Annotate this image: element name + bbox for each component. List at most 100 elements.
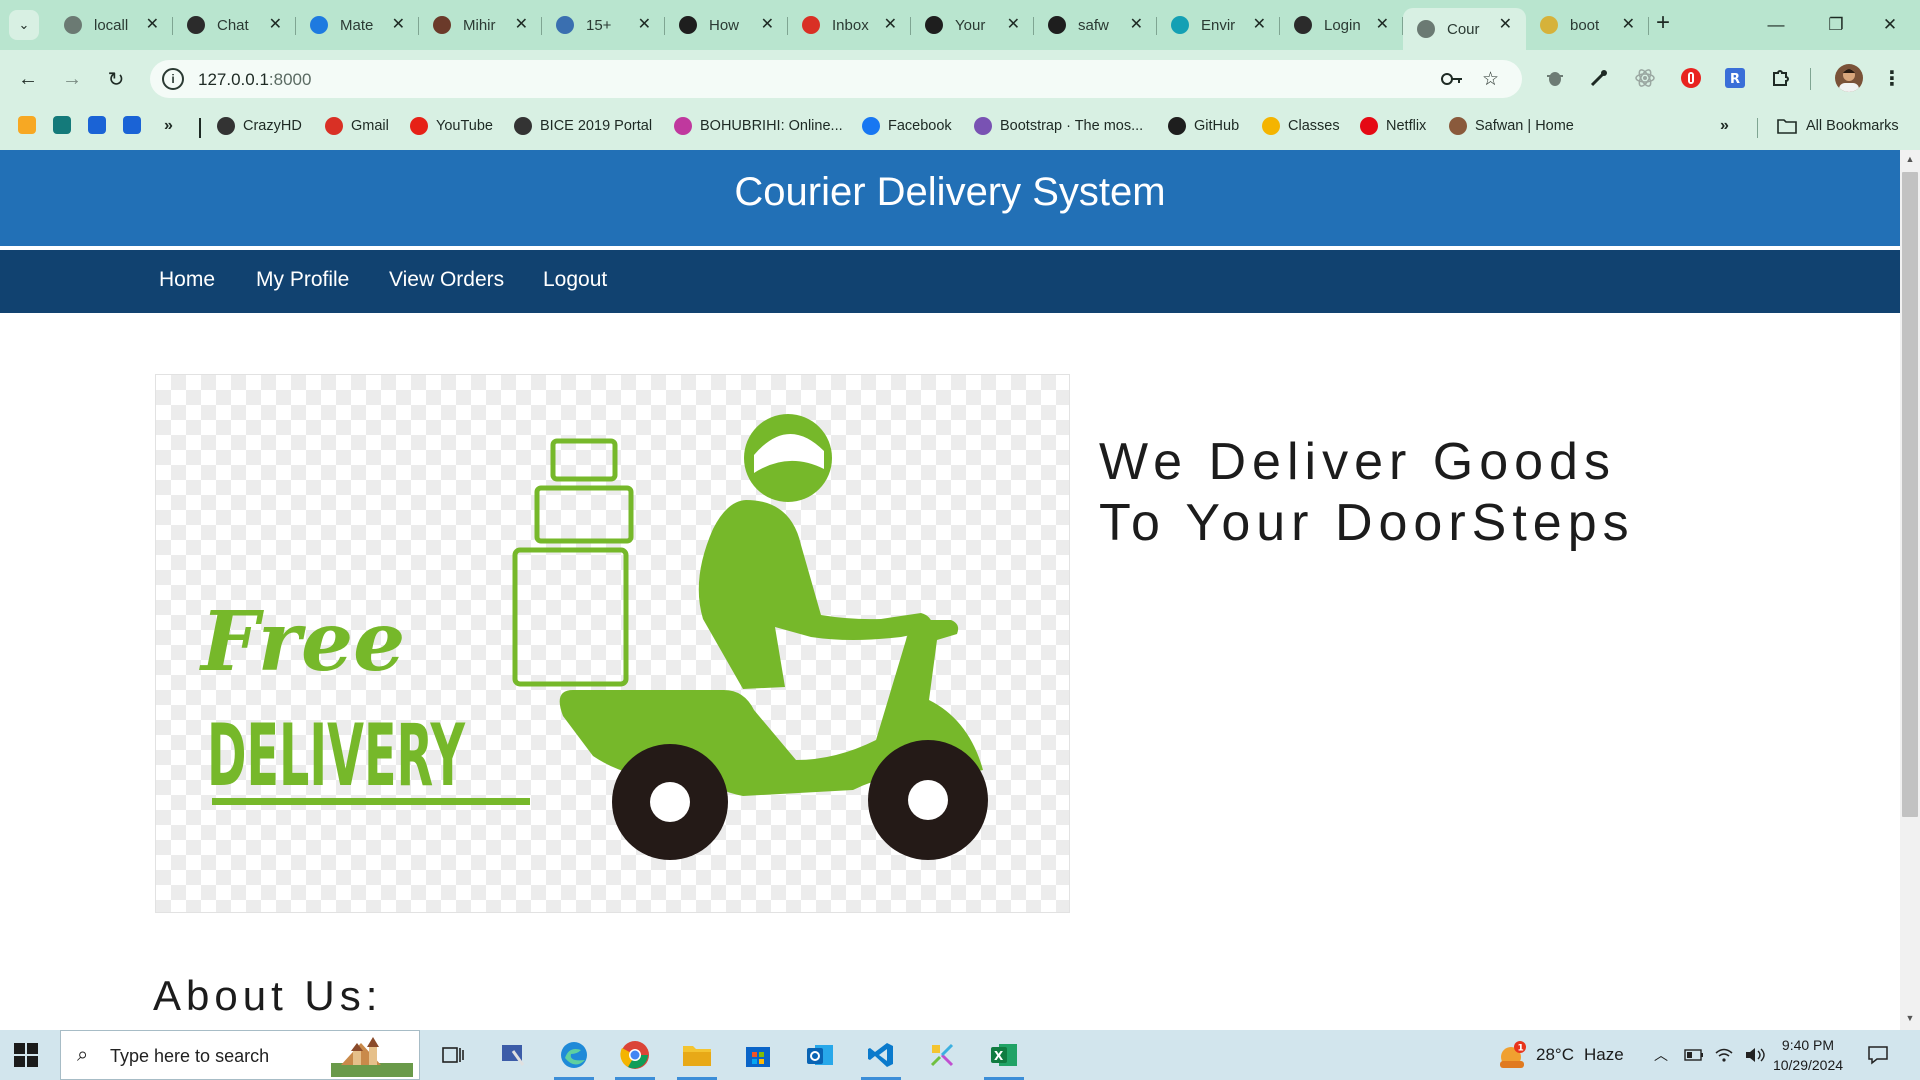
adblock-extension-icon[interactable] xyxy=(1679,66,1703,90)
browser-tab[interactable]: Mate ✕ xyxy=(296,8,419,42)
bug-extension-icon[interactable] xyxy=(1543,66,1567,90)
scroll-down-arrow-icon[interactable]: ▼ xyxy=(1902,1013,1918,1027)
tab-close-icon[interactable]: ✕ xyxy=(392,14,405,34)
r-extension-icon[interactable]: R xyxy=(1723,66,1747,90)
bookmark-app-icon[interactable] xyxy=(53,116,71,134)
browser-tab[interactable]: How ✕ xyxy=(665,8,788,42)
tray-overflow-chevron-icon[interactable]: ︿ xyxy=(1654,1030,1668,1080)
bookmark-item[interactable]: Safwan | Home xyxy=(1449,115,1574,137)
folder-icon xyxy=(1777,119,1797,134)
browser-tab[interactable]: locall ✕ xyxy=(50,8,173,42)
bookmark-item[interactable]: CrazyHD xyxy=(217,115,302,137)
tab-close-icon[interactable]: ✕ xyxy=(1007,14,1020,34)
extensions-puzzle-icon[interactable] xyxy=(1769,66,1793,90)
close-window-button[interactable]: ✕ xyxy=(1860,0,1920,50)
notifications-icon[interactable] xyxy=(1867,1030,1889,1080)
browser-tab[interactable]: boot ✕ xyxy=(1526,8,1649,42)
password-key-icon[interactable] xyxy=(1440,71,1464,87)
site-info-icon[interactable]: i xyxy=(162,68,184,90)
nav-logout-link[interactable]: Logout xyxy=(543,268,607,292)
battery-icon[interactable] xyxy=(1684,1030,1704,1080)
reload-button[interactable]: ↻ xyxy=(100,63,132,95)
chrome-taskbar-icon[interactable] xyxy=(609,1035,661,1080)
bookmark-star-icon[interactable]: ☆ xyxy=(1482,68,1499,91)
bookmark-item[interactable]: Netflix xyxy=(1360,115,1426,137)
new-tab-button[interactable]: + xyxy=(1650,8,1676,38)
volume-icon[interactable] xyxy=(1744,1030,1766,1080)
snip-sketch-taskbar-icon[interactable] xyxy=(916,1035,968,1075)
restore-button[interactable]: ❐ xyxy=(1806,0,1866,50)
minimize-button[interactable]: — xyxy=(1746,0,1806,50)
browser-tab[interactable]: safw ✕ xyxy=(1034,8,1157,42)
bookmark-item[interactable]: BOHUBRIHI: Online... xyxy=(674,115,843,137)
globe-icon xyxy=(64,16,82,34)
bookmark-item[interactable]: YouTube xyxy=(410,115,493,137)
bookmark-app-icon[interactable] xyxy=(123,116,141,134)
bookmark-item[interactable]: BICE 2019 Portal xyxy=(514,115,652,137)
outlook-taskbar-icon[interactable] xyxy=(794,1035,846,1075)
bookmark-app-icon[interactable] xyxy=(88,116,106,134)
bookmark-item[interactable]: Bootstrap · The mos... xyxy=(974,115,1143,137)
browser-tab[interactable]: Your ✕ xyxy=(911,8,1034,42)
taskbar-search-box[interactable]: ⌕ Type here to search xyxy=(60,1030,420,1080)
file-explorer-taskbar-icon[interactable] xyxy=(671,1035,723,1080)
tab-close-icon[interactable]: ✕ xyxy=(638,14,651,34)
wifi-icon[interactable] xyxy=(1714,1030,1734,1080)
bookmark-item[interactable]: Classes xyxy=(1262,115,1340,137)
bottle-icon xyxy=(674,117,692,135)
forward-button[interactable]: → xyxy=(56,63,88,95)
box-top xyxy=(550,438,618,482)
tab-close-icon[interactable]: ✕ xyxy=(515,14,528,34)
back-button[interactable]: ← xyxy=(12,63,44,95)
tab-close-icon[interactable]: ✕ xyxy=(1622,14,1635,34)
tab-close-icon[interactable]: ✕ xyxy=(1130,14,1143,34)
bookmark-item[interactable]: GitHub xyxy=(1168,115,1239,137)
tab-close-icon[interactable]: ✕ xyxy=(1253,14,1266,34)
weather-sun-icon: 1 xyxy=(1500,1041,1526,1068)
bookmark-item[interactable]: Facebook xyxy=(862,115,952,137)
bookmark-label: BICE 2019 Portal xyxy=(540,118,653,134)
browser-menu-icon[interactable]: ⋮ xyxy=(1880,66,1904,90)
scroll-up-arrow-icon[interactable]: ▲ xyxy=(1902,154,1918,168)
vscode-taskbar-icon[interactable] xyxy=(855,1035,907,1080)
scrollbar-thumb[interactable] xyxy=(1902,172,1918,817)
nav-home-link[interactable]: Home xyxy=(159,268,215,292)
browser-tab[interactable]: Mihir ✕ xyxy=(419,8,542,42)
weather-widget[interactable]: 1 28°C Haze xyxy=(1498,1030,1624,1080)
clock-time: 9:40 PM xyxy=(1781,1037,1835,1053)
microsoft-store-taskbar-icon[interactable] xyxy=(732,1035,784,1075)
nav-view-orders-link[interactable]: View Orders xyxy=(389,268,504,292)
taskbar-clock[interactable]: 9:40 PM 10/29/2024 xyxy=(1770,1035,1846,1075)
tab-close-icon[interactable]: ✕ xyxy=(146,14,159,34)
tab-close-icon[interactable]: ✕ xyxy=(1376,14,1389,34)
tab-close-icon[interactable]: ✕ xyxy=(269,14,282,34)
all-bookmarks-button[interactable]: All Bookmarks xyxy=(1777,115,1899,137)
browser-tab[interactable]: Envir ✕ xyxy=(1157,8,1280,42)
tab-search-dropdown-button[interactable]: ⌄ xyxy=(9,10,39,40)
task-view-icon[interactable] xyxy=(427,1035,479,1075)
bookmarks-overflow-right-icon[interactable]: » xyxy=(1720,115,1729,137)
browser-tab[interactable]: Inbox ✕ xyxy=(788,8,911,42)
tab-close-icon[interactable]: ✕ xyxy=(884,14,897,34)
tab-title: safw xyxy=(1078,16,1109,34)
windows-start-icon[interactable] xyxy=(14,1043,38,1067)
bookmark-item[interactable]: Gmail xyxy=(325,115,389,137)
nav-my-profile-link[interactable]: My Profile xyxy=(256,268,349,292)
profile-avatar[interactable] xyxy=(1835,64,1863,92)
browser-tab[interactable]: Login ✕ xyxy=(1280,8,1403,42)
tab-close-icon[interactable]: ✕ xyxy=(761,14,774,34)
snipping-tool-taskbar-icon[interactable] xyxy=(487,1035,539,1075)
bookmarks-overflow-left-icon[interactable]: » xyxy=(164,115,173,137)
excel-taskbar-icon[interactable]: X xyxy=(978,1035,1030,1080)
browser-tab[interactable]: 15+ ✕ xyxy=(542,8,665,42)
edge-taskbar-icon[interactable] xyxy=(548,1035,600,1080)
bookmark-app-icon[interactable] xyxy=(18,116,36,134)
url-text[interactable]: 127.0.0.1:8000 xyxy=(198,70,311,90)
browser-tab[interactable]: Cour ✕ xyxy=(1403,8,1526,50)
browser-tab[interactable]: Chat ✕ xyxy=(173,8,296,42)
react-devtools-icon[interactable] xyxy=(1633,66,1657,90)
tab-close-icon[interactable]: ✕ xyxy=(1499,14,1512,34)
eyedropper-extension-icon[interactable] xyxy=(1587,66,1611,90)
browser-tab-bar: ⌄ locall ✕ Chat ✕ Mate ✕ Mihir ✕ 15+ ✕ How ✕ Inbox ✕ Y… xyxy=(0,0,1920,50)
address-bar[interactable]: i 127.0.0.1:8000 ☆ xyxy=(150,60,1522,98)
